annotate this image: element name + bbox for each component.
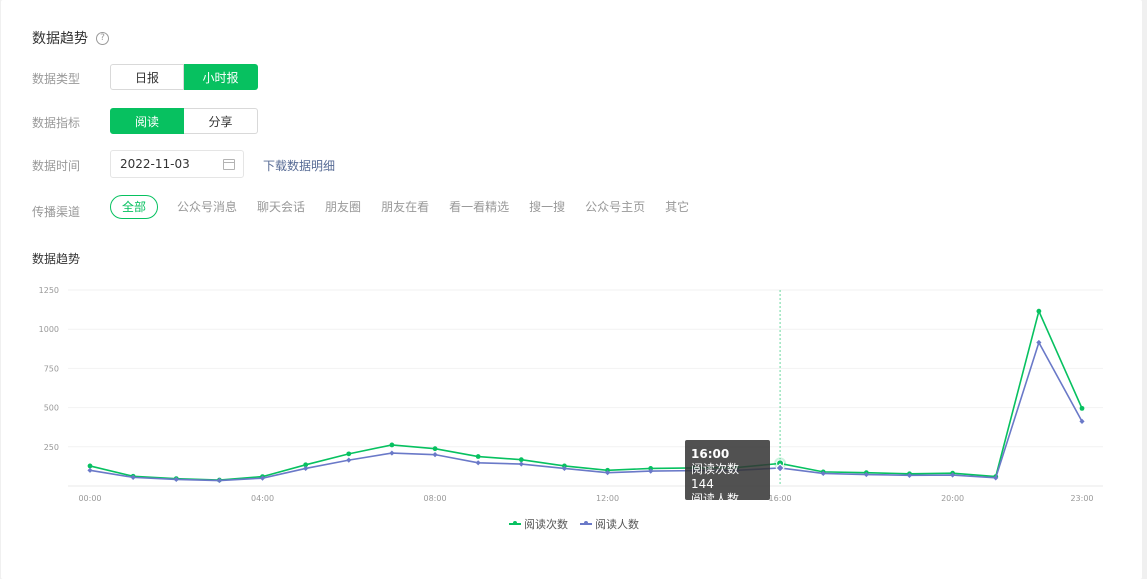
- data-point: [389, 442, 395, 448]
- data-point: [475, 454, 481, 459]
- series-line-0: [89, 308, 1083, 481]
- data-point: [475, 460, 481, 466]
- data-point: [346, 457, 352, 463]
- y-tick-label: 750: [44, 364, 59, 373]
- x-tick-label: 00:00: [78, 494, 101, 503]
- legend-item-reader-count[interactable]: 阅读人数: [580, 516, 639, 532]
- series-line-1: [89, 340, 1083, 482]
- trend-chart[interactable]: 250 500 750 1000 1250 00:00 04:00 08:00 12:00 16:…: [1, 0, 1142, 579]
- x-tick-label: 04:00: [251, 494, 274, 503]
- legend-label: 阅读人数: [595, 518, 639, 531]
- chart-legend: 阅读次数 阅读人数: [509, 516, 651, 532]
- x-tick-label: 12:00: [596, 494, 619, 503]
- data-point: [518, 457, 524, 463]
- x-tick-label: 16:00: [769, 494, 792, 503]
- legend-swatch-green: [509, 521, 521, 525]
- legend-item-read-count[interactable]: 阅读次数: [509, 516, 568, 532]
- tooltip-read-count: 阅读次数 144: [691, 462, 740, 491]
- data-point: [87, 463, 93, 469]
- legend-label: 阅读次数: [524, 518, 568, 531]
- data-point: [346, 451, 352, 457]
- x-tick-label: 20:00: [941, 494, 964, 503]
- x-tick-label: 08:00: [424, 494, 447, 503]
- x-tick-label: 23:00: [1070, 494, 1093, 503]
- y-tick-label: 500: [44, 404, 59, 413]
- y-tick-label: 1250: [39, 286, 59, 295]
- tooltip-reader-count: 阅读人数 115: [691, 492, 740, 521]
- data-point: [432, 446, 438, 452]
- data-point: [389, 450, 395, 456]
- data-point: [303, 465, 309, 472]
- chart-tooltip: 16:00 阅读次数 144 阅读人数 115: [685, 440, 770, 521]
- tooltip-time: 16:00: [691, 447, 730, 461]
- legend-swatch-blue: [580, 521, 592, 525]
- data-point: [432, 452, 438, 458]
- data-point: [518, 461, 524, 467]
- data-point: [1036, 308, 1042, 314]
- data-point: [87, 467, 93, 473]
- y-tick-label: 1000: [39, 325, 59, 334]
- data-point: [1079, 405, 1085, 411]
- y-tick-label: 250: [44, 443, 59, 452]
- data-trend-card: 数据趋势 ? 数据类型 日报 小时报 数据指标 阅读 分享 数据时间 2022-…: [1, 0, 1142, 579]
